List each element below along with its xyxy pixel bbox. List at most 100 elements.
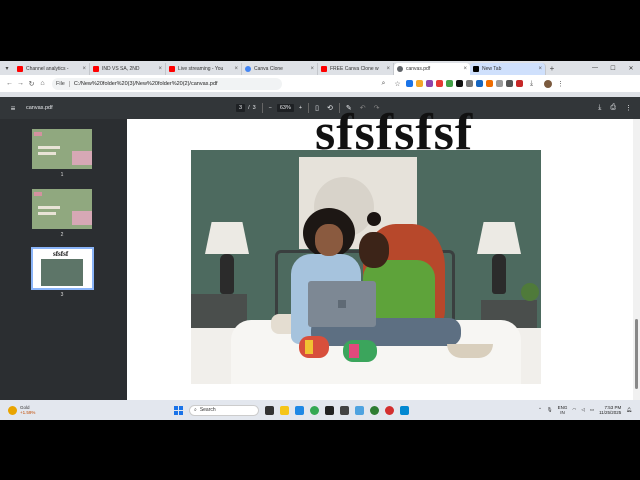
extension-icon[interactable] (466, 80, 473, 87)
zoom-in-button[interactable]: + (299, 105, 302, 111)
reload-icon[interactable]: ↻ (26, 80, 37, 88)
close-icon[interactable]: × (386, 66, 390, 72)
extension-icon[interactable] (486, 80, 493, 87)
close-icon[interactable]: × (234, 66, 238, 72)
clock[interactable]: 7:53 PM 11/25/2025 (599, 405, 621, 415)
extension-icon[interactable] (516, 80, 523, 87)
more-menu-icon[interactable]: ⋮ (555, 80, 566, 88)
thumbnail-graphic (38, 206, 60, 209)
lamp-shade (477, 222, 521, 254)
vscode-icon[interactable] (295, 405, 304, 415)
zoom-out-button[interactable]: − (269, 105, 272, 111)
tab-title: FREE Canva Clone w (330, 66, 379, 72)
download-icon[interactable]: ⤓ (598, 104, 601, 112)
thumbnail-graphic (34, 192, 42, 196)
lamp-shade (205, 222, 249, 254)
tab-live-streaming[interactable]: Live streaming - You × (166, 63, 242, 75)
app-icon[interactable] (400, 405, 409, 415)
notification-bell-icon[interactable]: 🔔︎ (626, 407, 632, 413)
new-tab-button[interactable]: + (546, 64, 558, 73)
home-icon[interactable]: ⌂ (37, 80, 48, 87)
edge-icon[interactable] (370, 405, 379, 415)
microphone-icon[interactable]: 🎙︎ (547, 407, 553, 413)
tab-new-tab[interactable]: New Tab × (470, 63, 546, 75)
search-icon: ⌕ (194, 407, 197, 413)
extension-icon[interactable] (506, 80, 513, 87)
volume-icon[interactable]: ◁ (581, 407, 584, 413)
chrome-icon[interactable] (385, 405, 394, 415)
divider (308, 103, 310, 113)
chrome-icon[interactable] (310, 405, 319, 415)
tab-ind-vs-sa[interactable]: IND VS SA, 2ND × (90, 63, 166, 75)
close-icon[interactable]: × (158, 66, 162, 72)
close-icon[interactable]: × (310, 66, 314, 72)
tab-canva-clone[interactable]: Canva Clone × (242, 63, 318, 75)
download-icon[interactable]: ⤓ (526, 80, 537, 88)
chevron-up-icon[interactable]: ⌃ (538, 407, 542, 413)
more-options-icon[interactable]: ⋮ (625, 104, 632, 112)
scrollbar-thumb[interactable] (635, 319, 638, 389)
wifi-icon[interactable]: ◠ (572, 407, 576, 413)
app-icon[interactable] (340, 405, 349, 415)
close-window-icon[interactable]: ✕ (622, 65, 640, 72)
tab-free-canva-clone[interactable]: FREE Canva Clone w × (318, 63, 394, 75)
address-bar[interactable]: File C:/New%20folder%20(3)/New%20folder%… (52, 77, 282, 90)
lang-line2: IN (560, 410, 565, 415)
avatar[interactable] (544, 79, 552, 88)
battery-icon[interactable]: ▭ (590, 407, 594, 413)
zoom-control: − 63% + (269, 104, 302, 112)
minimize-icon[interactable]: — (586, 65, 604, 72)
extension-icon[interactable] (426, 80, 433, 87)
maximize-icon[interactable]: ☐ (604, 65, 622, 72)
globe-icon (245, 66, 251, 72)
zoom-level-input[interactable]: 63% (276, 104, 294, 112)
file-scheme-label: File (56, 80, 70, 87)
extension-icon[interactable] (496, 80, 503, 87)
sock-stripe (305, 340, 313, 354)
extension-icon[interactable] (456, 80, 463, 87)
page-thumbnail-1[interactable] (32, 129, 92, 169)
tab-search-icon[interactable]: ▾ (0, 61, 14, 75)
youtube-icon (17, 66, 23, 72)
taskbar-search[interactable]: ⌕ Search (189, 404, 259, 416)
tab-title: Canva Clone (254, 66, 283, 72)
close-icon[interactable]: × (463, 66, 467, 72)
bookmark-star-icon[interactable]: ☆ (392, 80, 403, 88)
extension-icon[interactable] (436, 80, 443, 87)
extension-area: ⌕ ☆ ⤓ ⋮ (378, 79, 566, 88)
print-icon[interactable]: ⎙ (610, 104, 616, 112)
widgets-button[interactable]: Gold +1.59% (0, 405, 60, 415)
extension-icon[interactable] (416, 80, 423, 87)
extension-icon[interactable] (476, 80, 483, 87)
forward-icon[interactable]: → (15, 80, 26, 87)
extension-icon[interactable] (446, 80, 453, 87)
tab-canvas-pdf[interactable]: canvas.pdf × (394, 63, 470, 75)
extension-icon[interactable] (406, 80, 413, 87)
file-explorer-icon[interactable] (280, 405, 289, 415)
market-icon (8, 405, 17, 415)
tab-title: Channel analytics - (26, 66, 69, 72)
close-icon[interactable]: × (82, 66, 86, 72)
lamp-base (220, 254, 234, 294)
task-view-icon[interactable] (265, 405, 274, 415)
notepad-icon[interactable] (355, 405, 364, 415)
thumbnail-graphic (38, 212, 56, 215)
back-icon[interactable]: ← (4, 80, 15, 87)
thumbnail-photo (41, 259, 83, 286)
hamburger-menu-icon[interactable]: ≡ (0, 104, 26, 113)
page-thumbnail-2[interactable] (32, 189, 92, 229)
thumbnail-graphic (72, 151, 92, 165)
page-thumbnail-3[interactable]: sfsfsf (31, 247, 94, 290)
search-placeholder: Search (199, 407, 216, 413)
youtube-icon (93, 66, 99, 72)
zoom-icon[interactable]: ⌕ (378, 80, 389, 88)
thumbnail-page-number: 3 (60, 292, 64, 298)
app-icon[interactable] (325, 405, 334, 415)
start-windows-icon[interactable] (174, 405, 183, 415)
language-indicator[interactable]: ENG IN (558, 405, 568, 415)
vertical-scrollbar[interactable] (633, 119, 640, 400)
tab-channel-analytics[interactable]: Channel analytics - × (14, 63, 90, 75)
close-icon[interactable]: × (538, 66, 542, 72)
current-page-input[interactable]: 3 (236, 104, 246, 112)
thumbnail-title: sfsfsf (53, 250, 69, 258)
